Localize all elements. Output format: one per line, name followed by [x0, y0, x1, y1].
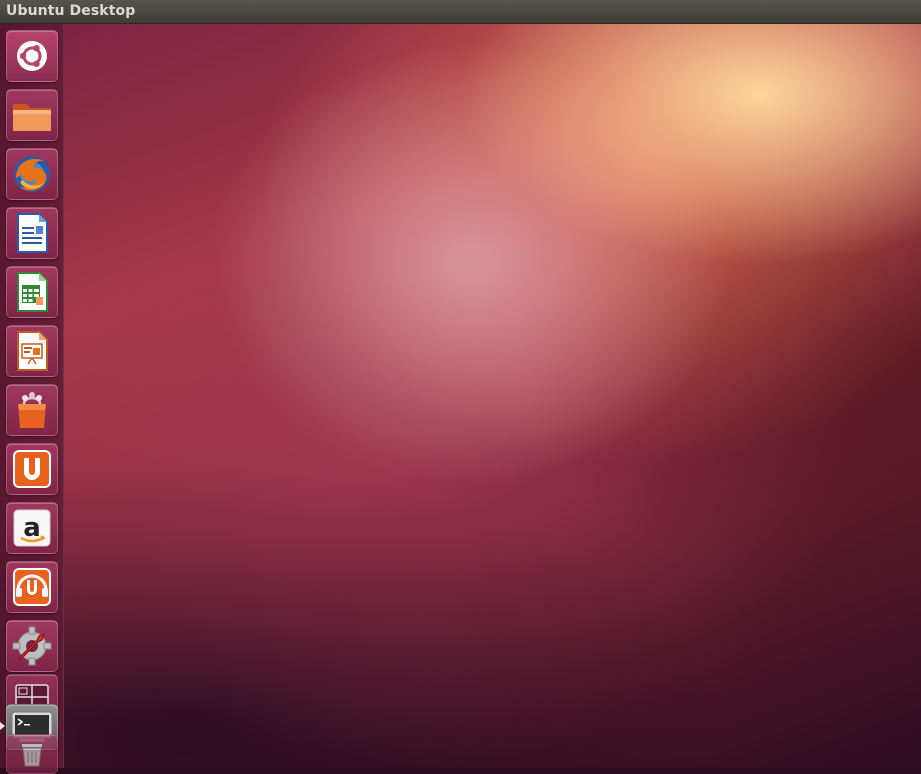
ubuntu-one-icon	[13, 450, 51, 488]
launcher-libreoffice-writer[interactable]	[6, 207, 58, 259]
libreoffice-impress-icon	[17, 331, 48, 371]
libreoffice-writer-icon	[17, 213, 48, 253]
window-title: Ubuntu Desktop	[6, 3, 136, 19]
launcher-ubuntu-one-music[interactable]	[6, 561, 58, 613]
launcher: a	[0, 24, 64, 774]
top-panel: Ubuntu Desktop	[0, 0, 921, 24]
launcher-system-settings[interactable]	[6, 620, 58, 672]
files-icon	[13, 104, 51, 131]
ubuntu-one-music-icon	[13, 568, 51, 606]
launcher-files[interactable]	[6, 89, 58, 141]
firefox-icon	[14, 156, 50, 192]
svg-text:a: a	[23, 513, 41, 543]
launcher-amazon[interactable]: a	[6, 502, 58, 554]
dash-home-icon	[17, 41, 47, 71]
launcher-firefox[interactable]	[6, 148, 58, 200]
system-settings-icon	[12, 626, 52, 666]
trash-icon	[22, 744, 42, 767]
desktop-wallpaper[interactable]	[0, 24, 921, 768]
running-indicator	[0, 722, 5, 730]
libreoffice-calc-icon	[17, 272, 48, 312]
launcher-libreoffice-impress[interactable]	[6, 325, 58, 377]
launcher-dash-home[interactable]	[6, 30, 58, 82]
launcher-software-center[interactable]	[6, 384, 58, 436]
launcher-libreoffice-calc[interactable]	[6, 266, 58, 318]
launcher-trash[interactable]	[6, 734, 58, 774]
amazon-icon: a	[13, 509, 51, 547]
launcher-ubuntu-one[interactable]	[6, 443, 58, 495]
software-center-icon	[18, 392, 46, 428]
